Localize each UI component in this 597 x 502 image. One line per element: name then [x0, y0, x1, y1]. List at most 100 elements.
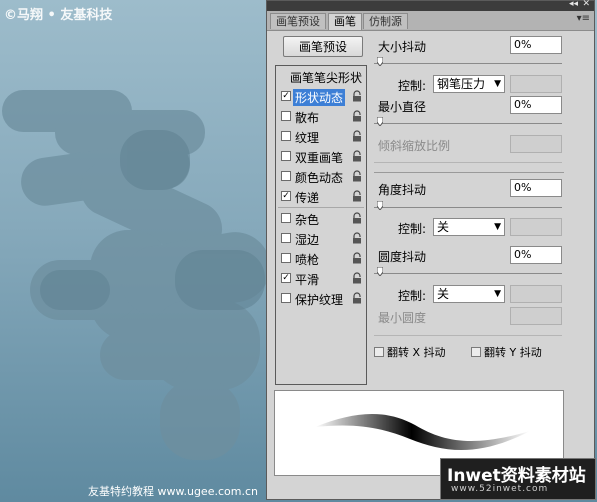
control2-fade-field: [510, 218, 562, 236]
panel-tabbar: 画笔预设 画笔 仿制源 ▾≡: [267, 11, 594, 31]
option-item[interactable]: ✓ 传递: [278, 187, 364, 206]
option-checkbox[interactable]: ✓: [281, 91, 291, 101]
option-item[interactable]: 双重画笔: [278, 147, 364, 166]
lock-icon[interactable]: [352, 150, 362, 162]
brush-tip-shape-item[interactable]: 画笔笔尖形状: [290, 69, 362, 86]
option-item[interactable]: ✓ 形状动态: [278, 87, 364, 106]
option-item[interactable]: 颜色动态: [278, 167, 364, 186]
option-checkbox[interactable]: ✓: [281, 273, 291, 283]
lock-icon[interactable]: [352, 190, 362, 202]
roundness-jitter-field[interactable]: 0%: [510, 246, 562, 264]
angle-jitter-label: 角度抖动: [378, 183, 427, 197]
control1-value: 钢笔压力: [437, 77, 486, 91]
control3-label: 控制:: [398, 289, 427, 303]
watermark-text: ©马翔 • 友基科技: [4, 8, 113, 23]
option-label: 散布: [295, 111, 320, 125]
tilt-scale-field: [510, 135, 562, 153]
close-icon[interactable]: ✕: [582, 0, 590, 9]
flip-x-label: 翻转 X 抖动: [387, 346, 446, 359]
lock-icon[interactable]: [352, 90, 362, 102]
control1-label: 控制:: [398, 79, 427, 93]
lock-icon[interactable]: [352, 212, 362, 224]
collapse-icon[interactable]: ◂◂: [569, 0, 578, 9]
option-label: 杂色: [295, 213, 320, 227]
lock-icon[interactable]: [352, 252, 362, 264]
tutorial-credit: 友基特约教程 www.ugee.com.cn: [88, 485, 258, 498]
min-roundness-label: 最小圆度: [378, 311, 427, 325]
min-roundness-slider: [374, 335, 562, 336]
chevron-down-icon: ▼: [494, 289, 501, 299]
angle-jitter-thumb[interactable]: [377, 201, 383, 210]
min-diameter-slider[interactable]: [374, 123, 562, 124]
min-roundness-field: [510, 307, 562, 325]
size-jitter-field[interactable]: 0%: [510, 36, 562, 54]
option-checkbox[interactable]: [281, 293, 291, 303]
option-item[interactable]: 散布: [278, 107, 364, 126]
angle-jitter-slider[interactable]: [374, 207, 562, 208]
option-label: 传递: [295, 191, 320, 205]
section-divider: [374, 172, 564, 173]
lock-icon[interactable]: [352, 130, 362, 142]
control2-value: 关: [437, 220, 450, 234]
tab-brush[interactable]: 画笔: [328, 13, 362, 30]
chevron-down-icon: ▼: [494, 79, 501, 89]
lock-icon[interactable]: [352, 272, 362, 284]
option-label: 平滑: [295, 273, 320, 287]
control3-select[interactable]: 关 ▼: [433, 285, 505, 303]
flip-y-label: 翻转 Y 抖动: [484, 346, 542, 359]
option-checkbox[interactable]: [281, 131, 291, 141]
option-item[interactable]: 湿边: [278, 229, 364, 248]
option-item[interactable]: 保护纹理: [278, 289, 364, 308]
brush-options-list: 画笔笔尖形状 ✓ 形状动态 散布 纹理 双重画笔 颜色动态 ✓ 传递 杂色 湿边 喷枪 ✓ 平滑 保护纹理: [275, 65, 367, 385]
option-item[interactable]: 杂色: [278, 209, 364, 228]
tab-clone-source[interactable]: 仿制源: [363, 13, 408, 29]
size-jitter-thumb[interactable]: [377, 57, 383, 66]
min-diameter-label: 最小直径: [378, 100, 427, 114]
lock-icon[interactable]: [352, 292, 362, 304]
option-checkbox[interactable]: [281, 111, 291, 121]
flip-y-checkbox[interactable]: [471, 347, 481, 357]
min-diameter-thumb[interactable]: [377, 117, 383, 126]
option-item[interactable]: ✓ 平滑: [278, 269, 364, 288]
option-checkbox[interactable]: [281, 171, 291, 181]
roundness-jitter-slider[interactable]: [374, 273, 562, 274]
option-checkbox[interactable]: [281, 233, 291, 243]
option-label: 形状动态: [293, 89, 346, 106]
lock-icon[interactable]: [352, 170, 362, 182]
option-label: 湿边: [295, 233, 320, 247]
control2-label: 控制:: [398, 222, 427, 236]
option-item[interactable]: 喷枪: [278, 249, 364, 268]
site-logo-title: Inwet资料素材站: [447, 466, 586, 486]
control2-select[interactable]: 关 ▼: [433, 218, 505, 236]
size-jitter-label: 大小抖动: [378, 40, 427, 54]
lock-icon[interactable]: [352, 232, 362, 244]
option-label: 保护纹理: [295, 293, 344, 307]
tilt-scale-label: 倾斜缩放比例: [378, 139, 451, 153]
angle-jitter-field[interactable]: 0%: [510, 179, 562, 197]
option-checkbox[interactable]: [281, 151, 291, 161]
option-checkbox[interactable]: [281, 253, 291, 263]
flip-x-checkbox[interactable]: [374, 347, 384, 357]
min-diameter-field[interactable]: 0%: [510, 96, 562, 114]
panel-menu-icon[interactable]: ▾≡: [577, 13, 590, 24]
option-checkbox[interactable]: ✓: [281, 191, 291, 201]
roundness-jitter-thumb[interactable]: [377, 267, 383, 276]
option-label: 纹理: [295, 131, 320, 145]
roundness-jitter-label: 圆度抖动: [378, 250, 427, 264]
brush-presets-button[interactable]: 画笔预设: [283, 36, 363, 57]
control3-value: 关: [437, 287, 450, 301]
chevron-down-icon: ▼: [494, 222, 501, 232]
option-checkbox[interactable]: [281, 213, 291, 223]
panel-titlebar[interactable]: ◂◂ ✕: [267, 0, 594, 11]
option-label: 喷枪: [295, 253, 320, 267]
list-divider: [278, 207, 364, 208]
option-label: 颜色动态: [295, 171, 344, 185]
site-logo: Inwet资料素材站 www.52inwet.com: [440, 458, 596, 500]
lock-icon[interactable]: [352, 110, 362, 122]
control1-select[interactable]: 钢笔压力 ▼: [433, 75, 505, 93]
option-label: 双重画笔: [295, 151, 344, 165]
tilt-scale-slider: [374, 162, 562, 163]
tab-brush-presets[interactable]: 画笔预设: [270, 13, 326, 29]
option-item[interactable]: 纹理: [278, 127, 364, 146]
size-jitter-slider[interactable]: [374, 63, 562, 64]
